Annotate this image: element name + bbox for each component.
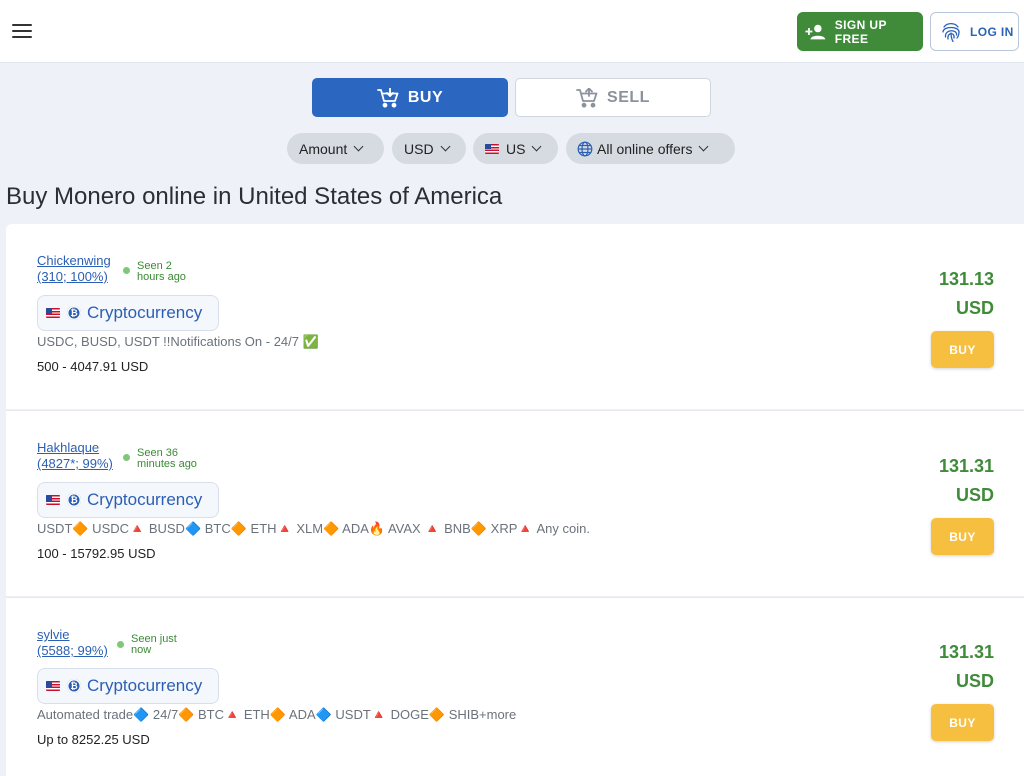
online-status-dot xyxy=(123,267,130,274)
last-seen-line2: hours ago xyxy=(137,271,186,283)
price-currency: USD xyxy=(955,671,994,691)
trade-limits: 500 - 4047.91 USD xyxy=(37,359,149,374)
payment-method-badge[interactable]: ₿ Cryptocurrency xyxy=(37,668,219,704)
seller-link[interactable]: sylvie (5588; 99%) xyxy=(37,627,108,659)
us-flag-icon xyxy=(46,308,60,318)
last-seen-line2: now xyxy=(131,644,152,656)
us-flag-icon xyxy=(485,143,499,154)
price-currency: USD xyxy=(955,298,994,318)
price-value: 131.31 xyxy=(938,642,994,662)
seller-link[interactable]: Chickenwing (310; 100%) xyxy=(37,253,111,285)
buy-tab[interactable]: BUY xyxy=(312,78,508,117)
offer-price: 131.31 USD xyxy=(939,452,994,510)
sign-up-button[interactable]: SIGN UP FREE xyxy=(797,12,923,51)
top-bar: SIGN UP FREE LOG IN xyxy=(0,0,1024,63)
country-filter-chip[interactable]: US xyxy=(473,133,558,164)
last-seen-text: Seen 36 minutes ago xyxy=(137,448,197,470)
fingerprint-icon xyxy=(942,22,960,42)
hamburger-menu-icon[interactable] xyxy=(10,20,34,42)
bitcoin-coin-icon: ₿ xyxy=(67,306,81,320)
bitcoin-coin-icon: ₿ xyxy=(67,493,81,507)
price-value: 131.31 xyxy=(938,456,994,476)
chevron-down-icon xyxy=(699,141,709,152)
trade-limits: 100 - 15792.95 USD xyxy=(37,546,156,561)
offer-terms: Automated trade🔷 24/7🔶 BTC🔺 ETH🔶 ADA🔷 US… xyxy=(37,707,517,722)
chevron-down-icon xyxy=(353,141,364,152)
country-filter-label: US xyxy=(506,140,526,157)
sell-tab[interactable]: SELL xyxy=(515,78,711,117)
sell-tab-label: SELL xyxy=(607,88,650,106)
page-title: Buy Monero online in United States of Am… xyxy=(6,183,503,210)
buy-offer-button[interactable]: BUY xyxy=(931,518,994,555)
payment-method-badge[interactable]: ₿ Cryptocurrency xyxy=(37,295,219,331)
us-flag-icon xyxy=(46,495,60,505)
online-status-dot xyxy=(123,454,130,461)
cart-icon xyxy=(576,87,598,108)
us-flag-icon xyxy=(46,681,60,691)
currency-filter-chip[interactable]: USD xyxy=(392,133,466,164)
add-user-icon xyxy=(805,24,826,39)
seller-stats: (5588; 99%) xyxy=(37,643,108,658)
globe-icon xyxy=(577,141,593,156)
currency-filter-label: USD xyxy=(404,140,434,157)
last-seen-text: Seen just now xyxy=(131,634,177,656)
seller-name: Hakhlaque xyxy=(37,440,100,455)
price-currency: USD xyxy=(955,485,994,505)
sign-up-label: SIGN UP FREE xyxy=(834,17,887,46)
buy-offer-button[interactable]: BUY xyxy=(931,704,994,741)
buy-offer-button[interactable]: BUY xyxy=(931,331,994,368)
offer-price: 131.13 USD xyxy=(939,265,994,323)
seller-link[interactable]: Hakhlaque (4827*; 99%) xyxy=(37,440,113,472)
log-in-button[interactable]: LOG IN xyxy=(930,12,1019,51)
offers-filter-label: All online offers xyxy=(597,140,693,157)
seller-name: Chickenwing xyxy=(37,253,111,268)
offer-listing: Hakhlaque (4827*; 99%) Seen 36 minutes a… xyxy=(6,410,1024,596)
amount-filter-label: Amount xyxy=(299,140,348,157)
offer-price: 131.31 USD xyxy=(939,638,994,696)
seller-stats: (310; 100%) xyxy=(37,269,108,284)
cart-icon xyxy=(376,87,399,108)
last-seen-text: Seen 2 hours ago xyxy=(137,261,186,283)
payment-method-label: Cryptocurrency xyxy=(87,303,203,322)
amount-filter-chip[interactable]: Amount xyxy=(287,133,384,164)
buy-tab-label: BUY xyxy=(407,88,444,106)
log-in-label: LOG IN xyxy=(970,24,1014,39)
trade-limits: Up to 8252.25 USD xyxy=(37,732,150,747)
bitcoin-coin-icon: ₿ xyxy=(67,679,81,693)
payment-method-label: Cryptocurrency xyxy=(87,676,203,695)
offers-filter-chip[interactable]: All online offers xyxy=(566,133,735,164)
offer-terms: USDT🔶 USDC🔺 BUSD🔷 BTC🔶 ETH🔺 XLM🔶 ADA🔥 AV… xyxy=(37,521,590,536)
seller-stats: (4827*; 99%) xyxy=(37,456,113,471)
chevron-down-icon xyxy=(532,141,542,152)
payment-method-label: Cryptocurrency xyxy=(87,490,203,509)
offer-terms: USDC, BUSD, USDT !!Notifications On - 24… xyxy=(37,334,319,349)
chevron-down-icon xyxy=(440,141,451,152)
online-status-dot xyxy=(117,641,124,648)
last-seen-line2: minutes ago xyxy=(137,458,197,470)
payment-method-badge[interactable]: ₿ Cryptocurrency xyxy=(37,482,219,518)
price-value: 131.13 xyxy=(938,269,994,289)
offer-listing: Chickenwing (310; 100%) Seen 2 hours ago… xyxy=(6,224,1024,409)
seller-name: sylvie xyxy=(37,627,70,642)
offer-listing: sylvie (5588; 99%) Seen just now ₿ Crypt… xyxy=(6,597,1024,776)
